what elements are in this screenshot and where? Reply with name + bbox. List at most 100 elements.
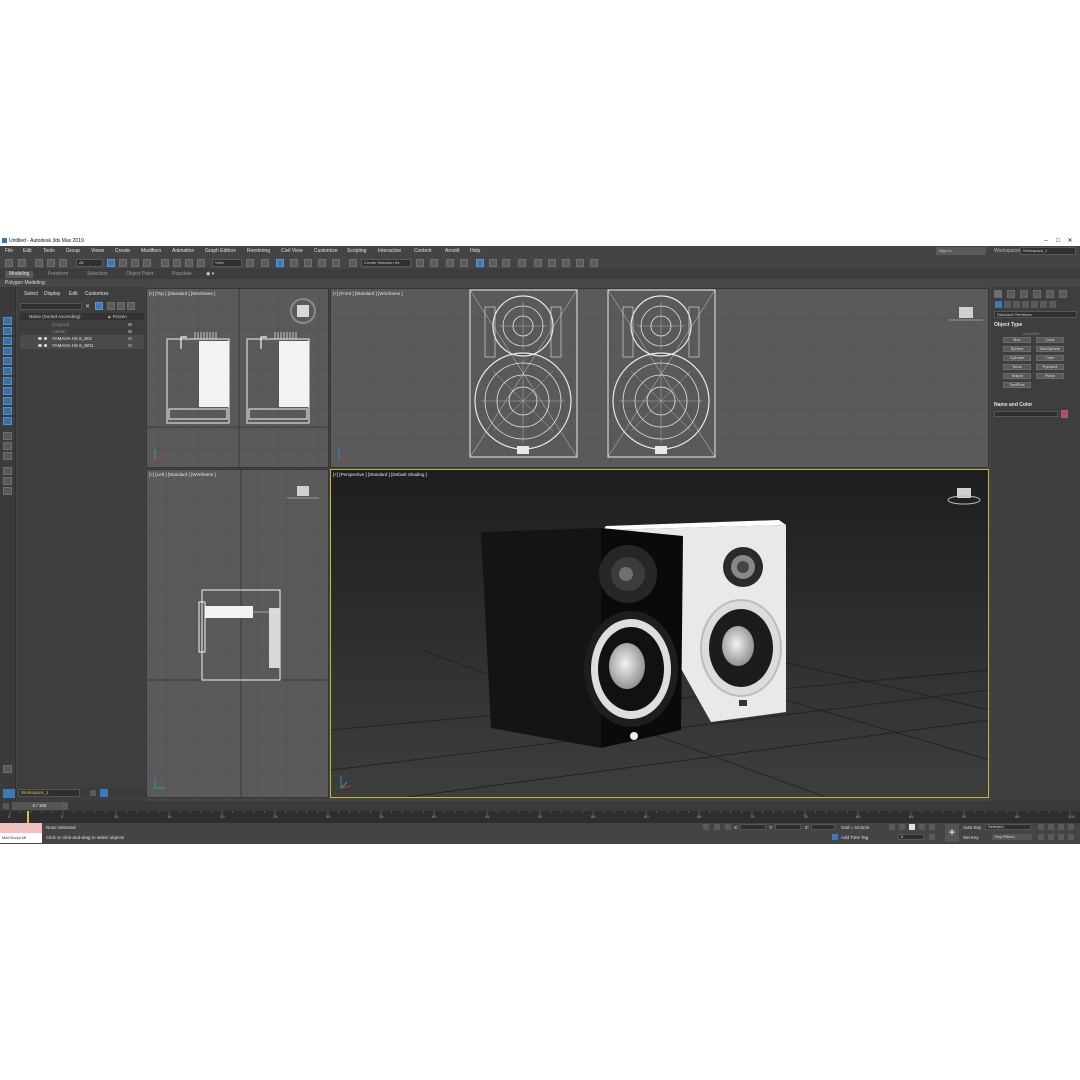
time-tag-icon[interactable] [832,834,838,840]
tab-freeform[interactable]: Freeform [44,271,72,278]
zoom-extents-all-icon[interactable] [1068,824,1074,830]
menu-scripting[interactable]: Scripting [347,248,366,254]
select-object-icon[interactable] [107,259,115,267]
shapes-icon[interactable] [1004,301,1011,308]
systems-icon[interactable] [1049,301,1056,308]
current-frame-field[interactable]: 0 [898,834,924,840]
cylinder-button[interactable]: Cylinder [1003,355,1031,361]
scale-icon[interactable] [185,259,193,267]
tab-populate[interactable]: Populate [168,271,196,278]
angle-snap-icon[interactable] [304,259,312,267]
field-of-view-icon[interactable] [1038,834,1044,840]
percent-snap-icon[interactable] [318,259,326,267]
current-frame-marker[interactable] [27,811,29,823]
maximize-viewport-icon[interactable] [1068,834,1074,840]
track-bar[interactable]: 0 5 10 15 20 25 30 35 40 45 50 55 60 65 70 75 80 85 90 95 10… [0,811,1080,823]
explorer-menu-display[interactable]: Display [44,291,60,297]
next-frame-icon[interactable] [62,803,68,809]
named-selection-set-dropdown[interactable]: Create Selection Se [361,259,411,267]
menu-graph-editors[interactable]: Graph Editors [205,248,236,254]
explorer-hierarchy-icon[interactable] [127,302,135,310]
display-xrefs-icon[interactable] [3,407,12,415]
rotate-icon[interactable] [173,259,181,267]
find-icon[interactable] [3,452,12,460]
select-manipulate-icon[interactable] [261,259,269,267]
menu-arnold[interactable]: Arnold [445,248,459,254]
set-key-big-icon[interactable]: + [945,824,959,842]
next-key-icon[interactable] [919,824,925,830]
goto-start-icon[interactable] [889,824,895,830]
menu-rendering[interactable]: Rendering [247,248,270,254]
cone-button[interactable]: Cone [1036,337,1064,343]
coord-z-field[interactable] [811,824,835,830]
list-item[interactable]: YAMAHA HS 8_W01 [20,342,144,349]
menu-file[interactable]: File [5,248,13,254]
viewcube-icon[interactable] [959,307,973,318]
workspace-field[interactable]: Workspace_1 [18,789,80,797]
explorer-menu-select[interactable]: Select [24,291,38,297]
menu-edit[interactable]: Edit [23,248,32,254]
render-setup-icon[interactable] [534,259,542,267]
open-a360-gallery-icon[interactable] [590,259,598,267]
viewport-left[interactable]: [+] [Left ] [Standard ] [Wireframe ] [146,469,329,798]
selection-filter-dropdown[interactable]: All [76,259,103,267]
viewport-front[interactable]: [+] [Front ] [Standard ] [Wireframe ] [330,288,989,468]
viewcube-icon[interactable] [297,486,309,496]
autogrid-checkbox[interactable]: AutoGrid [1023,331,1039,336]
orbit-icon[interactable] [1058,834,1064,840]
explorer-sync-icon[interactable] [117,302,125,310]
menu-animation[interactable]: Animation [172,248,194,254]
maxscript-listener-pink[interactable] [0,823,42,833]
lights-icon[interactable] [1013,301,1020,308]
render-production-icon[interactable] [562,259,570,267]
hierarchy-icon[interactable] [3,442,12,450]
curve-editor-icon[interactable] [489,259,497,267]
tube-button[interactable]: Tube [1036,355,1064,361]
geometry-icon[interactable] [995,301,1002,308]
viewport-perspective[interactable]: [+] [Perspective ] [Standard ] [Default … [330,469,989,798]
menu-help[interactable]: Help [470,248,480,254]
set-key-button[interactable]: Set Key [963,835,979,840]
keyboard-shortcut-override-icon[interactable] [276,259,284,267]
sort-icon[interactable] [3,467,12,475]
zoom-icon[interactable] [1038,824,1044,830]
tab-selection[interactable]: Selection [83,271,112,278]
list-item[interactable]: YAMAHA HS 8_B01 [20,335,144,342]
explorer-menu-edit[interactable]: Edit [69,291,78,297]
mirror-icon[interactable] [416,259,424,267]
display-groups-icon[interactable] [3,397,12,405]
teapot-button[interactable]: Teapot [1003,373,1031,379]
display-all-icon[interactable] [3,327,12,335]
viewport-label[interactable]: [+] [Front ] [Standard ] [Wireframe ] [333,291,403,296]
viewcube-icon[interactable] [297,305,309,317]
prev-frame-icon[interactable] [3,803,9,809]
absolute-mode-icon[interactable] [725,824,731,830]
torus-button[interactable]: Torus [1003,364,1031,370]
hierarchy-tab-icon[interactable] [1020,290,1028,298]
display-none-icon[interactable] [3,317,12,325]
freeze-icon[interactable] [128,330,132,333]
link-icon[interactable] [35,259,43,267]
play-icon[interactable] [909,824,915,830]
list-item[interactable]: (Cuyma) [20,321,144,328]
toggle-layer-explorer-icon[interactable] [460,259,468,267]
menu-modifiers[interactable]: Modifiers [141,248,161,254]
pan-icon[interactable] [1048,834,1054,840]
add-time-tag[interactable]: Add Time Tag [841,835,868,840]
key-mode-dropdown[interactable]: Selected [985,824,1031,830]
time-config-icon[interactable] [929,834,935,840]
menu-interactive[interactable]: Interactive [378,248,401,254]
display-lights-icon[interactable] [3,357,12,365]
menu-group[interactable]: Group [66,248,80,254]
menu-civil-view[interactable]: Civil View [281,248,303,254]
freeze-icon[interactable] [128,344,132,347]
filter-icon[interactable] [3,432,12,440]
list-item[interactable]: (Janie) [20,328,144,335]
display-bones-icon[interactable] [3,417,12,425]
box-button[interactable]: Box [1003,337,1031,343]
spinner-snap-icon[interactable] [332,259,340,267]
prev-key-icon[interactable] [899,824,905,830]
column-name-header[interactable]: Name (Sorted Ascending) [29,313,81,320]
coord-y-field[interactable] [775,824,801,830]
object-color-swatch[interactable] [1061,410,1068,418]
